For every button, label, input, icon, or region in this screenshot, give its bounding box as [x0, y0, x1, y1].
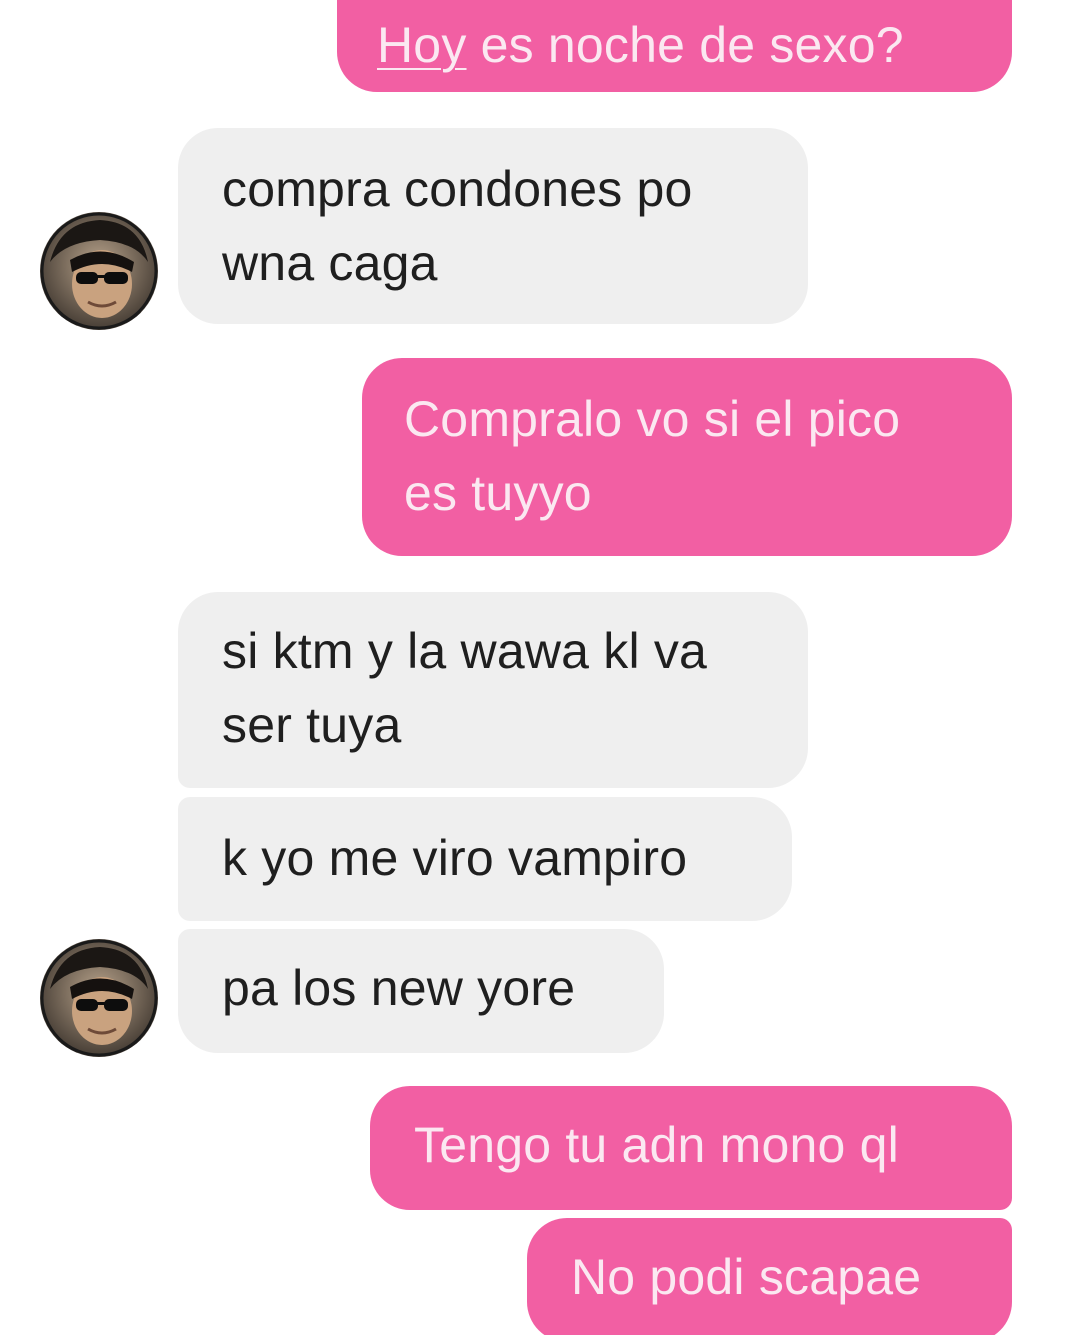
message-line: ser tuya — [222, 697, 402, 753]
incoming-message-bubble[interactable]: k yo me viro vampiro — [178, 797, 792, 921]
incoming-message-bubble[interactable]: compra condones po wna caga — [178, 128, 808, 324]
contact-avatar[interactable] — [40, 939, 158, 1057]
message-line: si ktm y la wawa kl va — [222, 623, 708, 679]
incoming-message-bubble[interactable]: pa los new yore — [178, 929, 664, 1053]
contact-avatar-photo-icon — [40, 939, 158, 1057]
message-line: wna caga — [222, 235, 438, 291]
message-line: Tengo tu adn mono ql — [414, 1117, 899, 1173]
message-line: es tuyyo — [404, 465, 592, 521]
message-text-underlined-word[interactable]: Hoy — [377, 17, 467, 73]
message-line: Compralo vo si el pico — [404, 391, 901, 447]
chat-thread: Hoy es noche de sexo? compra condones po… — [0, 0, 1080, 1335]
contact-avatar-photo-icon — [40, 212, 158, 330]
message-text: Hoy es noche de sexo? — [377, 8, 1012, 82]
incoming-message-bubble[interactable]: si ktm y la wawa kl va ser tuya — [178, 592, 808, 788]
message-line: compra condones po — [222, 161, 693, 217]
message-line: No podi scapae — [571, 1249, 922, 1305]
contact-avatar[interactable] — [40, 212, 158, 330]
outgoing-message-bubble[interactable]: Tengo tu adn mono ql — [370, 1086, 1012, 1210]
outgoing-message-bubble[interactable]: No podi scapae — [527, 1218, 1012, 1335]
outgoing-message-bubble[interactable]: Compralo vo si el pico es tuyyo — [362, 358, 1012, 556]
message-line: pa los new yore — [222, 960, 576, 1016]
message-line: k yo me viro vampiro — [222, 830, 688, 886]
outgoing-message-bubble[interactable]: Hoy es noche de sexo? — [337, 0, 1012, 92]
message-text-rest: es noche de sexo? — [466, 17, 904, 73]
